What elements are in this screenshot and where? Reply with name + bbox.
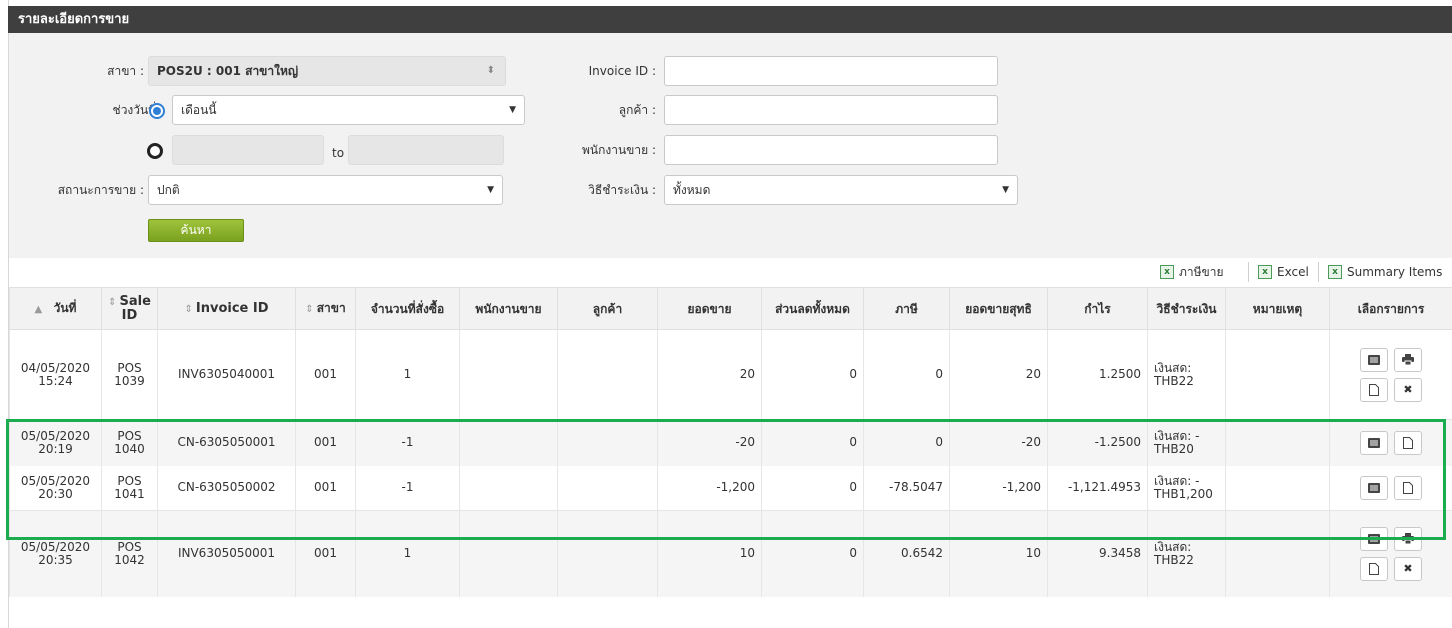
col-branch[interactable]: ⇕ สาขา [295,287,356,330]
sort-icon: ⇕ [305,303,314,315]
printer-icon [1402,533,1414,545]
col-invoice-id[interactable]: ⇕ Invoice ID [157,287,296,330]
branch-label: สาขา : [107,64,144,78]
export-tax-button[interactable]: x ภาษีขาย [1160,262,1224,282]
caret-down-icon: ▼ [487,185,494,195]
excel-icon: x [1328,265,1342,279]
document-button[interactable] [1360,377,1388,402]
sales-table: ▲ วันที่ ⇕ Sale ID ⇕ Invoice ID ⇕ สาขา จำนว… [9,287,1452,597]
export-excel-label: Excel [1277,265,1309,279]
table-row: 05/05/2020 20:19 POS 1040 CN-6305050001 00… [9,419,1452,466]
close-icon: ✖ [1403,383,1413,396]
export-tax-label: ภาษีขาย [1179,265,1224,279]
export-summary-label: Summary Items [1347,265,1443,279]
date-range-value: เดือนนี้ [181,103,217,117]
col-actions: เลือกรายการ [1329,287,1452,330]
invoice-label: Invoice ID : [588,64,656,78]
delete-button[interactable]: ✖ [1394,556,1422,581]
divider [1318,262,1319,282]
col-profit: กำไร [1047,287,1148,330]
customer-input[interactable] [664,95,998,125]
status-value: ปกติ [157,183,180,197]
date-label: ช่วงวันที่ : [112,103,164,117]
status-label: สถานะการขาย : [57,183,144,197]
invoice-input[interactable] [664,56,998,86]
updown-icon: ⬍ [486,65,495,76]
status-select[interactable]: ปกติ ▼ [148,175,503,205]
salesperson-input[interactable] [664,135,998,165]
invoice-cell: INV6305040001 [157,329,296,420]
divider [1248,262,1249,282]
col-sale-id[interactable]: ⇕ Sale ID [101,287,158,330]
branch-select[interactable]: POS2U : 001 สาขาใหญ่ ⬍ [148,56,506,86]
payment-select[interactable]: ทั้งหมด ▼ [664,175,1018,205]
sort-icon: ⇕ [108,297,117,308]
page-title: รายละเอียดการขาย [8,6,1452,33]
sort-icon: ⇕ [184,303,193,315]
list-icon [1368,354,1380,365]
view-button[interactable] [1360,475,1388,500]
print-button[interactable] [1394,347,1422,372]
printer-icon [1402,354,1414,365]
col-salesperson: พนักงานขาย [459,287,558,330]
col-note: หมายเหตุ [1225,287,1330,330]
export-excel-button[interactable]: x Excel [1258,262,1309,282]
table-row: 05/05/2020 20:35 POS 1042 INV6305050001 00… [9,510,1452,597]
view-button[interactable] [1360,526,1388,551]
col-sales: ยอดขาย [657,287,762,330]
document-icon [1369,562,1379,575]
invoice-cell: CN-6305050001 [157,419,296,466]
col-qty: จำนวนที่สั่งซื้อ [355,287,460,330]
view-button[interactable] [1360,430,1388,455]
list-icon [1368,533,1380,544]
document-button[interactable] [1394,475,1422,500]
document-icon [1369,383,1379,396]
col-net: ยอดขายสุทธิ [949,287,1048,330]
excel-icon: x [1258,265,1272,279]
col-discount: ส่วนลดทั้งหมด [761,287,864,330]
caret-down-icon: ▼ [1002,185,1009,195]
col-payment: วิธีชำระเงิน [1147,287,1226,330]
col-tax: ภาษี [863,287,950,330]
document-icon [1403,436,1413,449]
close-icon: ✖ [1403,562,1413,576]
radio-preset-range[interactable] [149,103,165,119]
delete-button[interactable]: ✖ [1394,377,1422,402]
table-row: 04/05/2020 15:24 POS 1039 INV6305040001 00… [9,329,1452,420]
document-button[interactable] [1360,556,1388,581]
caret-down-icon: ▼ [509,105,516,115]
search-button[interactable]: ค้นหา [148,219,244,242]
date-to-input[interactable] [348,135,504,165]
salesperson-label: พนักงานขาย : [581,143,656,157]
to-label: to [332,146,345,160]
col-customer: ลูกค้า [557,287,658,330]
export-summary-button[interactable]: x Summary Items [1328,262,1442,282]
branch-value: POS2U : 001 สาขาใหญ่ [157,64,299,78]
table-header-row: ▲ วันที่ ⇕ Sale ID ⇕ Invoice ID ⇕ สาขา จำนว… [9,287,1452,330]
radio-custom-range[interactable] [147,143,163,159]
sort-up-icon: ▲ [34,303,43,315]
document-button[interactable] [1394,430,1422,455]
document-icon [1403,481,1413,494]
excel-icon: x [1160,265,1174,279]
list-icon [1368,482,1380,493]
print-button[interactable] [1394,526,1422,551]
date-range-select[interactable]: เดือนนี้ ▼ [172,95,525,125]
payment-value: ทั้งหมด [673,183,711,197]
customer-label: ลูกค้า : [618,103,656,117]
invoice-cell: CN-6305050002 [157,465,296,511]
table-row: 05/05/2020 20:30 POS 1041 CN-6305050002 00… [9,465,1452,511]
payment-label: วิธีชำระเงิน : [588,183,656,197]
invoice-cell: INV6305050001 [157,510,296,597]
view-button[interactable] [1360,347,1388,372]
date-from-input[interactable] [172,135,324,165]
list-icon [1368,437,1380,448]
col-date[interactable]: ▲ วันที่ [9,287,102,330]
